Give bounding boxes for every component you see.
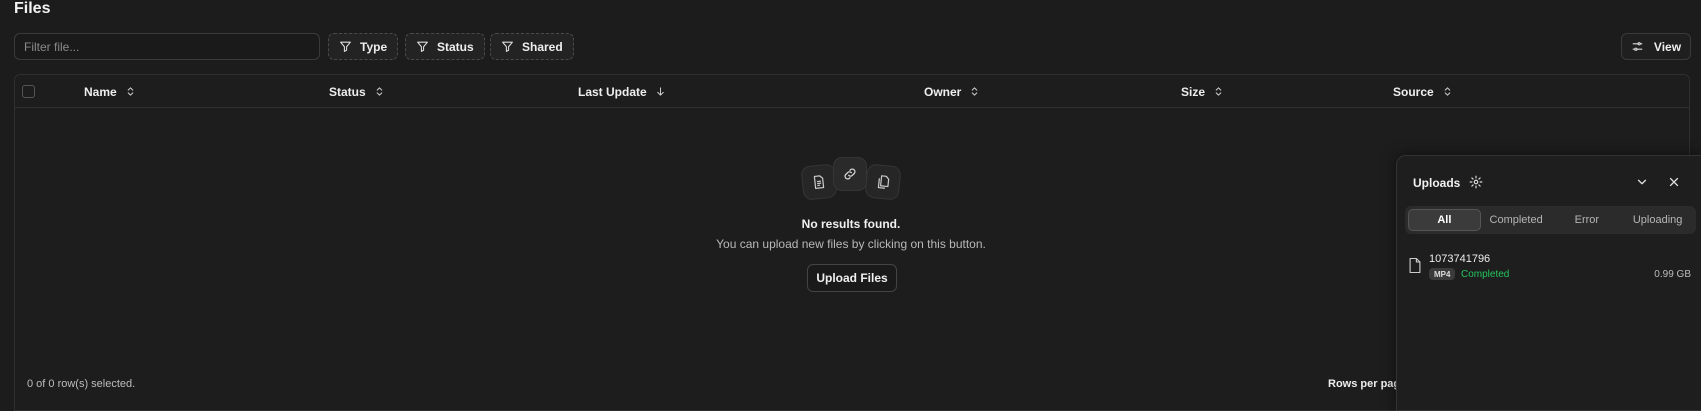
copy-icon	[877, 175, 890, 189]
uploads-title: Uploads	[1413, 176, 1461, 190]
sort-icon	[127, 87, 133, 96]
column-label: Last Update	[578, 84, 647, 99]
document-icon	[813, 175, 825, 189]
upload-item-name: 1073741796	[1429, 253, 1491, 265]
column-label: Size	[1181, 84, 1206, 99]
empty-state-title: No results found.	[801, 217, 901, 231]
column-label: Name	[84, 84, 117, 99]
sort-icon	[376, 87, 382, 96]
column-label: Owner	[924, 84, 962, 99]
column-label: Source	[1393, 84, 1434, 99]
status-filter-button[interactable]: Status	[405, 33, 485, 60]
gear-icon[interactable]	[1469, 175, 1483, 189]
filter-icon	[502, 41, 513, 52]
row-selection-count: 0 of 0 row(s) selected.	[27, 378, 136, 390]
table-header: Name Status Last Update Owner Size Sourc…	[15, 75, 1689, 108]
tab-error[interactable]: Error	[1552, 209, 1623, 231]
uploads-panel: Uploads All Completed Error Uploading 10…	[1396, 155, 1701, 411]
view-label: View	[1653, 39, 1682, 54]
tab-uploading[interactable]: Uploading	[1622, 209, 1693, 231]
link-icon-tile	[833, 157, 867, 191]
filter-icon	[417, 41, 428, 52]
file-icon	[1409, 257, 1421, 274]
empty-state-illustration	[786, 157, 906, 207]
view-button[interactable]: View	[1621, 33, 1691, 60]
rows-per-page-label: Rows per pag	[1328, 378, 1401, 390]
upload-files-button[interactable]: Upload Files	[807, 264, 897, 292]
uploads-tabs: All Completed Error Uploading	[1405, 206, 1696, 234]
sliders-icon	[1632, 42, 1643, 51]
filter-icon	[340, 41, 351, 52]
column-header-owner[interactable]: Owner	[924, 75, 980, 108]
type-filter-label: Type	[360, 39, 388, 54]
page-title: Files	[14, 0, 51, 17]
tab-all[interactable]: All	[1408, 209, 1481, 231]
chevron-down-icon[interactable]	[1635, 175, 1649, 189]
select-all-checkbox[interactable]	[22, 85, 35, 98]
empty-state-subtitle: You can upload new files by clicking on …	[716, 237, 986, 251]
type-filter-button[interactable]: Type	[328, 33, 399, 60]
upload-size: 0.99 GB	[1654, 269, 1691, 280]
column-label: Status	[329, 84, 366, 99]
column-header-status[interactable]: Status	[329, 75, 385, 108]
column-header-source[interactable]: Source	[1393, 75, 1453, 108]
column-header-last-update[interactable]: Last Update	[578, 75, 666, 108]
link-icon	[844, 168, 856, 180]
upload-status: Completed	[1461, 269, 1510, 280]
shared-filter-label: Shared	[522, 39, 563, 54]
close-icon[interactable]	[1667, 175, 1681, 189]
files-page: Files Type Status Shared View Name Statu…	[0, 0, 1701, 411]
arrow-down-icon	[656, 87, 664, 96]
sort-icon	[1444, 87, 1450, 96]
copy-icon-tile	[864, 163, 902, 201]
file-type-badge: MP4	[1429, 268, 1456, 280]
column-header-name[interactable]: Name	[84, 75, 136, 108]
shared-filter-button[interactable]: Shared	[490, 33, 574, 60]
sort-icon	[1215, 87, 1222, 96]
tab-completed[interactable]: Completed	[1481, 209, 1552, 231]
column-header-size[interactable]: Size	[1181, 75, 1224, 108]
filter-input[interactable]	[14, 33, 320, 60]
sort-icon	[972, 87, 978, 96]
status-filter-label: Status	[437, 39, 474, 54]
